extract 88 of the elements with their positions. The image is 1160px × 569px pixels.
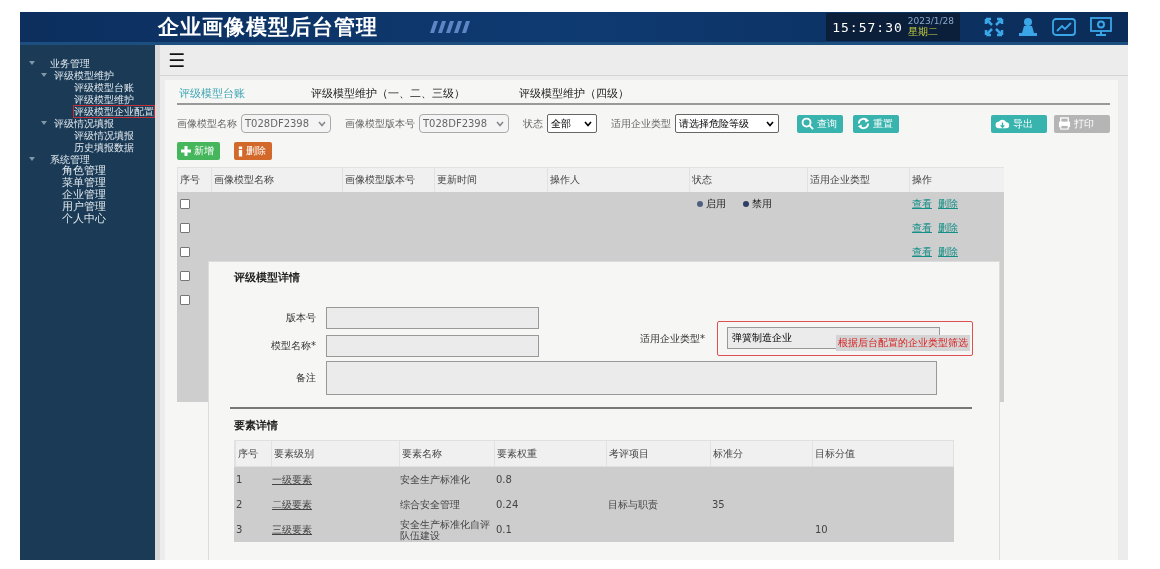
sidebar-item[interactable]: 评级情况填报 [54,117,114,129]
sidebar-item[interactable]: 业务管理 [50,57,90,69]
caret-icon[interactable] [28,59,36,67]
remark-field[interactable] [326,361,937,395]
annotation-note: 根据后台配置的企业类型筛选 [836,335,970,351]
clock-date: 2023/1/28 [907,16,954,26]
field-label: 模型名称* [270,339,317,353]
filter-select[interactable]: 请选择危险等级 [675,114,779,133]
sidebar-item[interactable]: 评级模型维护 [54,69,114,81]
sidebar-item[interactable]: 个人中心 [62,213,106,225]
dialog-title: 评级模型详情 [234,270,300,285]
fullscreen-icon[interactable] [984,17,1004,37]
column-header: 要素名称 [398,441,495,466]
status-option[interactable]: 禁用 [752,197,772,211]
clock-weekday: 星期二 [907,26,939,38]
status-dot[interactable] [743,201,749,207]
sidebar-item[interactable]: 企业管理 [62,189,106,201]
user-icon[interactable] [1018,17,1038,37]
clock-time: 15:57:30 [832,19,903,35]
field-label: 版本号 [285,311,317,325]
row-checkbox[interactable] [180,295,190,305]
row-checkbox[interactable] [180,223,190,233]
sidebar-item[interactable]: 历史填报数据 [74,141,134,153]
column-header: 目标分值 [812,441,953,466]
sidebar-item[interactable]: 角色管理 [62,165,106,177]
status-dot[interactable] [697,201,703,207]
level-link[interactable]: 一级要素 [272,474,312,485]
row-checkbox[interactable] [180,271,190,281]
chevron-icon [318,120,326,127]
table-cell: 0.1 [496,524,512,535]
caret-icon[interactable] [28,155,36,163]
monitor-settings-icon[interactable] [1090,17,1112,37]
cloud-download-icon [995,117,1010,130]
table-cell: 综合安全管理 [400,499,460,510]
sidebar-item[interactable]: 菜单管理 [62,177,106,189]
chevron-icon [766,120,774,127]
table-cell: 10 [815,524,828,535]
table-cell: 35 [712,499,725,510]
table-cell: 0.8 [496,474,512,485]
caret-icon[interactable] [40,71,48,79]
chevron-icon [496,120,504,127]
delete-button[interactable]: 删除 [234,142,272,160]
column-header: 要素权重 [494,441,606,466]
search-icon [801,117,814,130]
section-title: 要素详情 [234,418,278,433]
status-option[interactable]: 启用 [706,197,726,211]
plus-icon [181,146,191,156]
table-cell: 安全生产标准化 [400,474,470,485]
table-cell: 1 [236,474,243,485]
sidebar-item[interactable]: 评级情况填报 [74,129,134,141]
column-header: 考评项目 [605,441,710,466]
table-cell: 0.24 [496,499,519,510]
column-header: 标准分 [709,441,813,466]
tab[interactable]: 评级模型维护（四级） [517,86,631,101]
chevron-icon [584,120,592,127]
caret-icon[interactable] [40,119,48,127]
input-field[interactable] [326,335,539,357]
column-header: 要素级别 [270,441,399,466]
input-field[interactable] [326,307,539,329]
info-icon [238,145,243,157]
field-label: 适用企业类型* [639,332,706,346]
sidebar-item[interactable]: 系统管理 [50,153,90,165]
chart-icon[interactable] [1052,17,1076,37]
filter-label: 画像模型名称 [177,116,237,131]
table-cell: 目标与职责 [608,499,658,510]
tab[interactable]: 评级模型维护（一、二、三级） [309,86,467,101]
column-header: 序号 [235,441,271,466]
sidebar-item[interactable]: 评级模型维护 [74,93,134,105]
table-cell: 3 [236,524,243,535]
filter-select[interactable]: 全部 [547,114,597,133]
sidebar-item[interactable]: 评级模型企业配置 [74,105,154,117]
table-cell: 2 [236,499,243,510]
filter-label: 适用企业类型 [611,116,671,131]
level-link[interactable]: 二级要素 [272,499,312,510]
sidebar-item[interactable]: 用户管理 [62,201,106,213]
level-link[interactable]: 三级要素 [272,524,312,535]
app-title: 企业画像模型后台管理 [158,14,378,41]
stripe-decoration [428,20,472,34]
printer-icon [1058,117,1071,130]
sidebar-item[interactable]: 评级模型台账 [74,81,134,93]
row-checkbox[interactable] [180,199,190,209]
refresh-icon [857,117,870,130]
row-checkbox[interactable] [180,247,190,257]
filter-label: 画像模型版本号 [345,116,415,131]
field-label: 备注 [295,371,317,385]
menu-button[interactable]: ☰ [168,50,186,70]
filter-label: 状态 [523,116,543,131]
table-cell: 安全生产标准化自评队伍建设 [400,518,490,541]
